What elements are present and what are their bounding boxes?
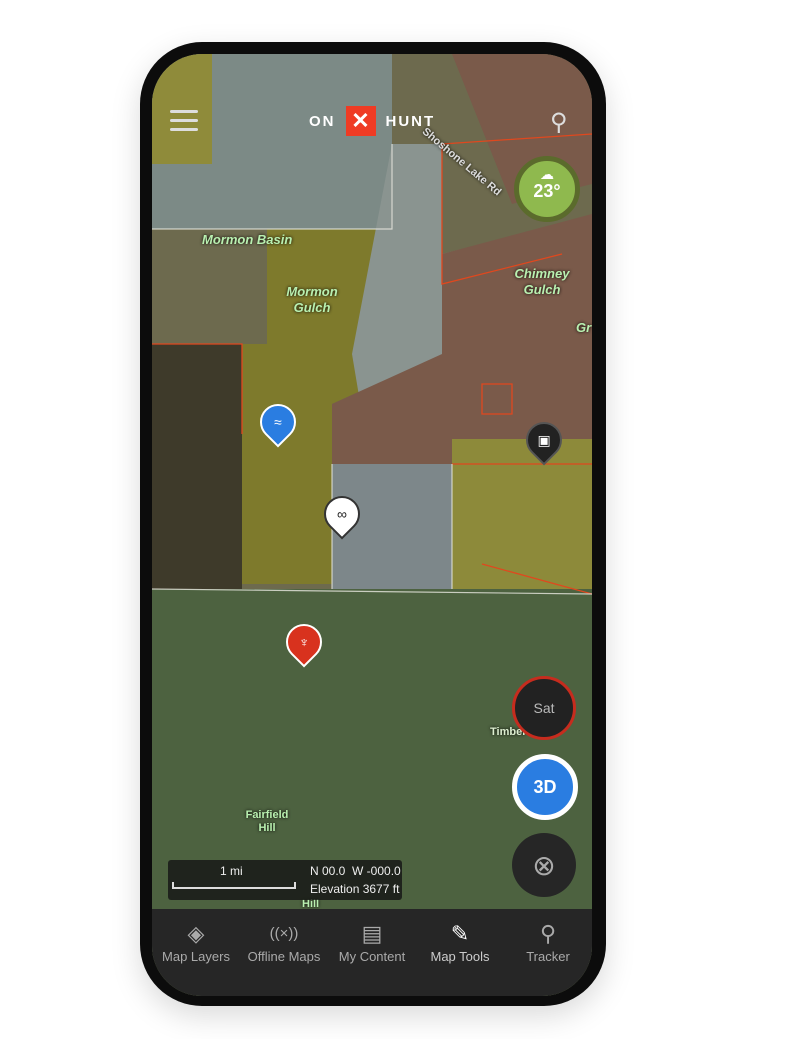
scale-bar bbox=[172, 882, 296, 889]
logo-mark: ✕ bbox=[345, 106, 376, 136]
tracker-icon: ⚲ bbox=[539, 921, 557, 946]
temperature: 23° bbox=[533, 181, 561, 201]
crosshair-icon: ⊗ bbox=[532, 849, 556, 881]
sat-button[interactable]: Sat bbox=[512, 676, 576, 740]
cloud-icon: ☁ bbox=[540, 166, 554, 182]
logo-text-hunt: HUNT bbox=[385, 112, 436, 130]
scale-distance: 1 mi bbox=[220, 864, 243, 878]
elevation: Elevation 3677 ft bbox=[310, 882, 400, 896]
search-icon[interactable]: ⚲ bbox=[550, 108, 568, 137]
app-screen: Mormon Basin Mormon Gulch Chimney Gulch … bbox=[152, 54, 592, 996]
tab-map-tools[interactable]: ✎ Map Tools bbox=[416, 909, 504, 996]
menu-button[interactable] bbox=[170, 110, 198, 137]
tab-label: Map Tools bbox=[430, 949, 490, 964]
tab-map-layers[interactable]: ◈ Map Layers bbox=[152, 909, 240, 996]
tab-label: Tracker bbox=[526, 949, 570, 964]
map-label-mormon-gulch: Mormon Gulch bbox=[286, 284, 338, 315]
map-label-fairfield-hill: Fairfield Hill bbox=[245, 809, 289, 834]
locate-button[interactable]: ⊗ bbox=[512, 833, 576, 897]
tab-label: Offline Maps bbox=[247, 949, 321, 964]
folder-icon: ▤ bbox=[361, 921, 383, 946]
tab-my-content[interactable]: ▤ My Content bbox=[328, 909, 416, 996]
tab-label: My Content bbox=[338, 949, 406, 964]
tab-offline-maps[interactable]: ((×)) Offline Maps bbox=[240, 909, 328, 996]
scale-info-panel: 1 mi N 00.0 W -000.0 Elevation 3677 ft bbox=[168, 860, 402, 900]
3d-button[interactable]: 3D bbox=[512, 754, 578, 820]
bottom-tab-bar: ◈ Map Layers ((×)) Offline Maps ▤ My Conten… bbox=[152, 909, 592, 996]
coordinates: N 00.0 W -000.0 bbox=[310, 864, 401, 878]
logo-text-on: ON bbox=[309, 112, 336, 130]
offline-icon: ((×)) bbox=[269, 925, 299, 942]
map-label-mormon-basin: Mormon Basin bbox=[202, 232, 293, 247]
map-label-gr: Gr bbox=[576, 320, 592, 335]
tools-icon: ✎ bbox=[450, 921, 470, 946]
layers-icon: ◈ bbox=[187, 921, 205, 946]
onx-hunt-logo: ON ✕ HUNT bbox=[309, 106, 435, 136]
map-label-chimney-gulch: Chimney Gulch bbox=[514, 266, 570, 297]
tab-tracker[interactable]: ⚲ Tracker bbox=[504, 909, 592, 996]
weather-button[interactable]: ☁ 23° bbox=[514, 156, 580, 222]
tab-label: Map Layers bbox=[162, 949, 230, 964]
